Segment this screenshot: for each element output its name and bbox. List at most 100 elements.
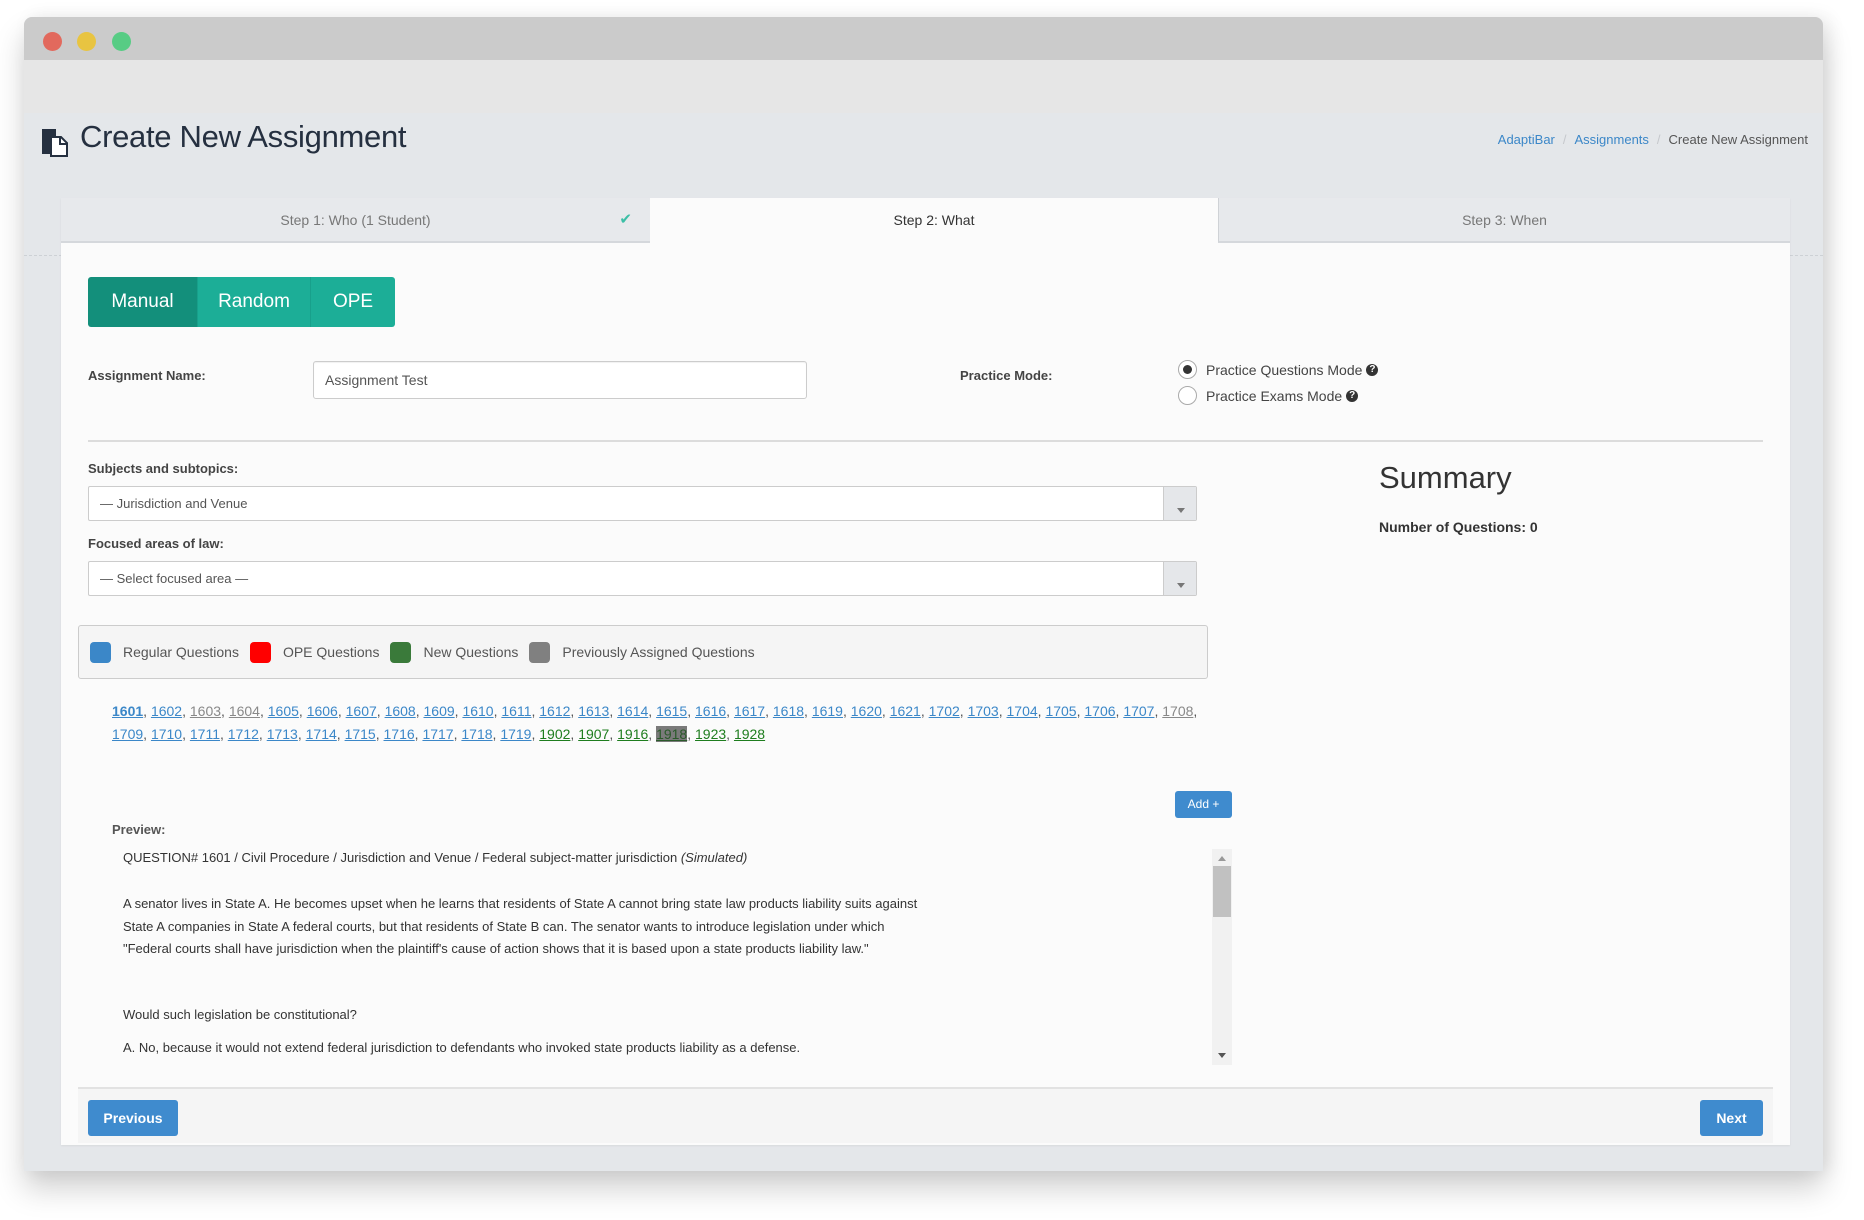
- question-link-1606[interactable]: 1606: [307, 703, 338, 719]
- focused-areas-select[interactable]: — Select focused area —: [88, 561, 1197, 596]
- manual-mode-button[interactable]: Manual: [88, 277, 198, 327]
- list-separator: ,: [297, 726, 306, 742]
- previous-button[interactable]: Previous: [88, 1100, 178, 1136]
- question-link-1604[interactable]: 1604: [229, 703, 260, 719]
- list-separator: ,: [259, 703, 268, 719]
- question-link-1713[interactable]: 1713: [267, 726, 298, 742]
- question-link-1619[interactable]: 1619: [812, 703, 843, 719]
- question-link-1707[interactable]: 1707: [1123, 703, 1154, 719]
- question-link-1717[interactable]: 1717: [422, 726, 453, 742]
- question-link-1609[interactable]: 1609: [424, 703, 455, 719]
- question-link-1602[interactable]: 1602: [151, 703, 182, 719]
- subjects-select[interactable]: — Jurisdiction and Venue: [88, 486, 1197, 521]
- preview-question-path: QUESTION# 1601 / Civil Procedure / Juris…: [123, 850, 678, 865]
- chevron-down-icon[interactable]: [1163, 487, 1196, 520]
- question-link-1614[interactable]: 1614: [617, 703, 648, 719]
- random-mode-button[interactable]: Random: [198, 277, 311, 327]
- question-link-1916[interactable]: 1916: [617, 726, 648, 742]
- checkmark-icon: ✔: [619, 211, 632, 228]
- question-link-1621[interactable]: 1621: [890, 703, 921, 719]
- list-separator: ,: [726, 703, 734, 719]
- question-link-1718[interactable]: 1718: [461, 726, 492, 742]
- close-window-button[interactable]: [43, 32, 62, 51]
- preview-scrollbar[interactable]: [1212, 849, 1232, 1065]
- subjects-select-value: — Jurisdiction and Venue: [100, 496, 248, 511]
- question-link-1613[interactable]: 1613: [578, 703, 609, 719]
- question-link-1907[interactable]: 1907: [578, 726, 609, 742]
- question-link-1617[interactable]: 1617: [734, 703, 765, 719]
- question-link-1902[interactable]: 1902: [539, 726, 570, 742]
- practice-exams-mode-radio[interactable]: [1178, 386, 1197, 405]
- question-link-1715[interactable]: 1715: [345, 726, 376, 742]
- breadcrumb-adaptibar[interactable]: AdaptiBar: [1498, 132, 1555, 147]
- add-button[interactable]: Add +: [1175, 791, 1232, 818]
- page-header: Create New Assignment AdaptiBar / Assignme…: [24, 113, 1823, 256]
- summary-question-count: Number of Questions: 0: [1379, 519, 1538, 535]
- scroll-down-icon[interactable]: [1218, 1053, 1226, 1058]
- assignment-name-input[interactable]: Assignment Test: [313, 361, 807, 399]
- page-title: Create New Assignment: [80, 119, 407, 154]
- regular-questions-swatch: [90, 641, 111, 663]
- tab-step-1-who[interactable]: Step 1: Who (1 Student) ✔: [61, 198, 650, 243]
- practice-questions-mode-option[interactable]: Practice Questions Mode ?: [1178, 360, 1379, 379]
- practice-exams-mode-option[interactable]: Practice Exams Mode ?: [1178, 386, 1359, 405]
- list-separator: ,: [842, 703, 851, 719]
- help-icon[interactable]: ?: [1346, 389, 1359, 402]
- question-link-1714[interactable]: 1714: [306, 726, 337, 742]
- help-icon[interactable]: ?: [1366, 363, 1379, 376]
- question-link-1710[interactable]: 1710: [151, 726, 182, 742]
- legend-label: Previously Assigned Questions: [562, 644, 755, 660]
- question-link-1605[interactable]: 1605: [268, 703, 299, 719]
- ope-questions-swatch: [249, 641, 271, 663]
- question-link-1705[interactable]: 1705: [1045, 703, 1076, 719]
- question-link-1616[interactable]: 1616: [695, 703, 726, 719]
- question-link-1702[interactable]: 1702: [929, 703, 960, 719]
- question-link-1712[interactable]: 1712: [228, 726, 259, 742]
- breadcrumb-separator: /: [1562, 132, 1567, 147]
- list-separator: ,: [219, 726, 228, 742]
- question-link-1711[interactable]: 1711: [190, 726, 220, 742]
- ope-mode-button[interactable]: OPE: [311, 277, 395, 327]
- question-link-1704[interactable]: 1704: [1007, 703, 1038, 719]
- list-separator: ,: [143, 703, 151, 719]
- question-link-1928[interactable]: 1928: [734, 726, 765, 742]
- radio-label: Practice Questions Mode: [1206, 361, 1363, 378]
- wizard-card: Step 1: Who (1 Student) ✔ Step 2: What S…: [61, 198, 1790, 1145]
- question-link-1716[interactable]: 1716: [384, 726, 415, 742]
- question-link-1608[interactable]: 1608: [385, 703, 416, 719]
- list-separator: ,: [959, 703, 968, 719]
- question-link-1620[interactable]: 1620: [851, 703, 882, 719]
- question-link-1709[interactable]: 1709: [112, 726, 143, 742]
- question-link-1601[interactable]: 1601: [112, 703, 143, 719]
- chevron-down-icon[interactable]: [1163, 562, 1196, 595]
- question-link-1610[interactable]: 1610: [462, 703, 493, 719]
- list-separator: ,: [998, 703, 1007, 719]
- question-link-1607[interactable]: 1607: [346, 703, 377, 719]
- question-link-1918[interactable]: 1918: [656, 726, 688, 742]
- scrollbar-thumb[interactable]: [1213, 866, 1231, 917]
- tab-step-2-what[interactable]: Step 2: What: [650, 198, 1218, 243]
- question-link-1615[interactable]: 1615: [656, 703, 687, 719]
- question-link-1719[interactable]: 1719: [500, 726, 531, 742]
- question-link-1923[interactable]: 1923: [695, 726, 726, 742]
- next-button[interactable]: Next: [1700, 1100, 1763, 1136]
- question-preview[interactable]: QUESTION# 1601 / Civil Procedure / Juris…: [112, 849, 1232, 1065]
- tab-step-3-when[interactable]: Step 3: When: [1218, 198, 1790, 243]
- minimize-window-button[interactable]: [77, 32, 96, 51]
- question-link-1603[interactable]: 1603: [190, 703, 221, 719]
- breadcrumb-assignments[interactable]: Assignments: [1575, 132, 1649, 147]
- list-separator: ,: [687, 726, 696, 742]
- legend-label: New Questions: [423, 644, 519, 660]
- question-link-1706[interactable]: 1706: [1084, 703, 1115, 719]
- list-separator: ,: [298, 703, 307, 719]
- question-link-1612[interactable]: 1612: [539, 703, 570, 719]
- list-separator: ,: [336, 726, 345, 742]
- list-separator: ,: [182, 703, 190, 719]
- question-link-1703[interactable]: 1703: [968, 703, 999, 719]
- practice-questions-mode-radio[interactable]: [1178, 360, 1197, 379]
- question-link-1708[interactable]: 1708: [1162, 703, 1193, 719]
- question-link-1611[interactable]: 1611: [501, 703, 531, 719]
- maximize-window-button[interactable]: [112, 32, 131, 51]
- question-link-1618[interactable]: 1618: [773, 703, 804, 719]
- scroll-up-icon[interactable]: [1218, 856, 1226, 861]
